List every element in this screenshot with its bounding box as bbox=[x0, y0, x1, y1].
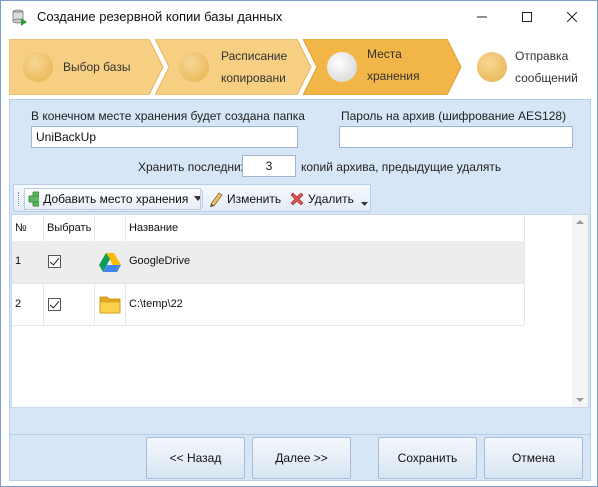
scroll-down-arrow-icon[interactable] bbox=[576, 398, 584, 402]
storage-locations-grid[interactable]: № Выбрать Название 1 GoogleDrive 2 C:\te… bbox=[11, 214, 589, 408]
keep-copies-input[interactable] bbox=[242, 155, 296, 177]
step-indicator-icon bbox=[179, 52, 209, 82]
row-divider bbox=[12, 325, 524, 326]
grid-header: № Выбрать Название bbox=[12, 215, 572, 241]
maximize-icon bbox=[522, 12, 532, 22]
row-select-checkbox[interactable] bbox=[48, 298, 61, 311]
keep-suffix-label: копий архива, предыдущие удалять bbox=[301, 160, 502, 174]
column-divider bbox=[524, 215, 525, 325]
grid-vertical-scrollbar[interactable] bbox=[572, 215, 588, 407]
delete-button[interactable]: Удалить bbox=[290, 188, 354, 210]
storage-name: C:\temp\22 bbox=[129, 298, 183, 310]
step-database-select[interactable]: Выбор базы bbox=[9, 39, 165, 95]
back-button[interactable]: << Назад bbox=[146, 437, 245, 479]
table-row[interactable]: 2 C:\temp\22 bbox=[12, 284, 524, 326]
window-title: Создание резервной копии базы данных bbox=[37, 9, 283, 24]
maximize-button[interactable] bbox=[504, 1, 550, 33]
row-select-checkbox[interactable] bbox=[48, 255, 61, 268]
plus-icon bbox=[28, 191, 40, 207]
database-backup-icon bbox=[11, 8, 29, 26]
add-storage-label: Добавить место хранения bbox=[43, 192, 189, 206]
table-row[interactable]: 1 GoogleDrive bbox=[12, 241, 524, 283]
row-number: 1 bbox=[15, 255, 22, 267]
step-schedule[interactable]: Расписание копировани bbox=[155, 39, 313, 95]
folder-icon bbox=[99, 294, 121, 317]
close-icon bbox=[567, 12, 577, 22]
folder-name-input[interactable] bbox=[31, 126, 298, 148]
archive-password-input[interactable] bbox=[339, 126, 573, 148]
storage-toolbar: Добавить место хранения Изменить Удалить bbox=[13, 184, 371, 212]
storage-settings-panel: В конечном месте хранения будет создана … bbox=[9, 99, 591, 435]
step-indicator-icon bbox=[327, 52, 357, 82]
save-button[interactable]: Сохранить bbox=[378, 437, 477, 479]
row-number: 2 bbox=[15, 298, 22, 310]
column-header-number[interactable]: № bbox=[15, 222, 27, 234]
step-indicator-icon bbox=[23, 52, 53, 82]
keep-label: Хранить последних bbox=[138, 160, 247, 174]
scroll-up-arrow-icon[interactable] bbox=[576, 220, 584, 224]
step-label: Выбор базы bbox=[63, 60, 131, 74]
add-storage-button[interactable]: Добавить место хранения bbox=[24, 188, 201, 210]
wizard-steps: Выбор базы Расписание копировани Места х… bbox=[9, 39, 591, 95]
google-drive-icon bbox=[99, 253, 121, 275]
pencil-icon bbox=[210, 192, 223, 207]
toolbar-separator bbox=[202, 190, 203, 208]
close-button[interactable] bbox=[549, 1, 595, 33]
step-notifications[interactable]: Отправка сообщений bbox=[453, 39, 591, 95]
title-bar: Создание резервной копии базы данных bbox=[1, 1, 597, 33]
delete-x-icon bbox=[290, 192, 304, 206]
password-label: Пароль на архив (шифрование AES128) bbox=[341, 109, 567, 123]
edit-label: Изменить bbox=[227, 192, 282, 206]
backup-wizard-window: Создание резервной копии базы данных Выб… bbox=[0, 0, 598, 487]
minimize-icon bbox=[477, 16, 487, 18]
toolbar-overflow-button[interactable] bbox=[361, 193, 368, 215]
column-header-name[interactable]: Название bbox=[129, 222, 178, 234]
step-label: Отправка сообщений bbox=[515, 49, 578, 85]
minimize-button[interactable] bbox=[459, 1, 505, 33]
next-button[interactable]: Далее >> bbox=[252, 437, 351, 479]
step-indicator-icon bbox=[477, 52, 507, 82]
overflow-arrow-icon bbox=[361, 202, 368, 206]
delete-label: Удалить bbox=[308, 192, 354, 206]
toolbar-grip[interactable] bbox=[18, 192, 21, 206]
step-label: Места хранения bbox=[367, 47, 420, 83]
column-header-select[interactable]: Выбрать bbox=[47, 222, 91, 234]
folder-label: В конечном месте хранения будет создана … bbox=[31, 109, 305, 123]
cancel-button[interactable]: Отмена bbox=[484, 437, 583, 479]
edit-button[interactable]: Изменить bbox=[208, 188, 281, 210]
dropdown-arrow-icon bbox=[194, 196, 200, 201]
storage-name: GoogleDrive bbox=[129, 255, 191, 267]
step-storage-locations[interactable]: Места хранения bbox=[303, 39, 463, 95]
step-label: Расписание копировани bbox=[221, 49, 288, 85]
